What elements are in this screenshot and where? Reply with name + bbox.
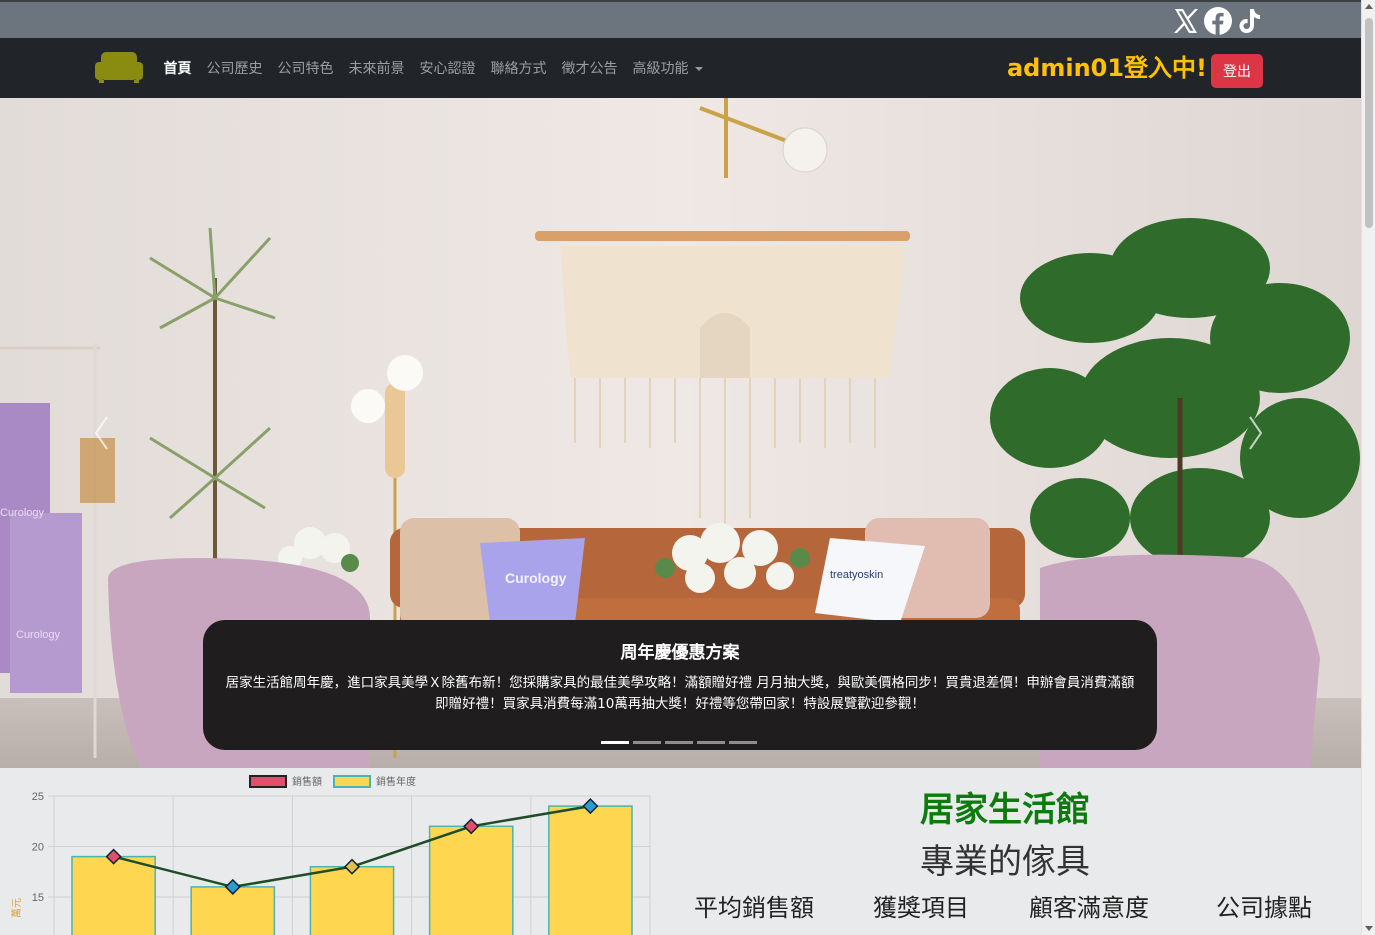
hero-carousel: Curology Curology Curology treatyoskin 周… bbox=[0, 98, 1361, 768]
carousel-indicator-4[interactable] bbox=[697, 741, 725, 744]
carousel-indicator-1[interactable] bbox=[601, 741, 629, 744]
caption-text: 居家生活館周年慶，進口家具美學Ｘ除舊布新！您採購家具的最佳美學攻略！滿額贈好禮 … bbox=[225, 675, 1135, 712]
towel-text-top: Curology bbox=[0, 507, 45, 519]
carousel-indicator-2[interactable] bbox=[633, 741, 661, 744]
towel-text-bottom: Curology bbox=[16, 629, 61, 641]
scroll-up-icon[interactable] bbox=[1365, 4, 1373, 9]
lower-section: 15 20 25 銷售額 銷售年度萬元 居家生活館 專業的傢具 平均銷售額 獲獎項目 顧… bbox=[0, 768, 1361, 935]
scroll-thumb[interactable] bbox=[1365, 18, 1373, 228]
nav-item-contact[interactable]: 聯絡方式 bbox=[483, 58, 554, 78]
y-tick-label: 15 bbox=[32, 892, 44, 904]
legend-label-year: 銷售年度 bbox=[376, 775, 416, 788]
nav-item-certification[interactable]: 安心認證 bbox=[412, 58, 483, 78]
legend-label-sales: 銷售額 bbox=[292, 775, 322, 788]
sales-chart-svg: 15 20 25 銷售額 銷售年度萬元 bbox=[10, 775, 651, 935]
carousel-indicator-3[interactable] bbox=[665, 741, 693, 744]
scroll-down-icon[interactable] bbox=[1365, 926, 1373, 931]
main-nav: 首頁 公司歷史 公司特色 未來前景 安心認證 聯絡方式 徵才公告 高級功能 bbox=[156, 38, 710, 98]
chart-bar bbox=[548, 805, 633, 935]
nav-item-advanced-label: 高級功能 bbox=[632, 61, 689, 77]
nav-item-features[interactable]: 公司特色 bbox=[270, 58, 341, 78]
sofa-logo-icon[interactable] bbox=[95, 50, 143, 84]
legend-swatch-year bbox=[333, 775, 371, 788]
carousel-caption: 周年慶優惠方案 居家生活館周年慶，進口家具美學Ｘ除舊布新！您採購家具的最佳美學攻… bbox=[203, 620, 1157, 750]
social-bar bbox=[0, 0, 1361, 38]
nav-item-home[interactable]: 首頁 bbox=[156, 58, 199, 78]
stat-avg-sales: 平均銷售額 bbox=[694, 894, 814, 922]
tiktok-icon[interactable] bbox=[1235, 6, 1265, 36]
chart-bar bbox=[71, 855, 156, 935]
social-links bbox=[1171, 6, 1265, 36]
carousel-indicators bbox=[601, 741, 757, 744]
pillow-left-text: Curology bbox=[505, 570, 567, 586]
navbar: 首頁 公司歷史 公司特色 未來前景 安心認證 聯絡方式 徵才公告 高級功能 ad… bbox=[0, 38, 1361, 98]
login-status: admin01登入中! bbox=[1006, 54, 1207, 82]
nav-item-history[interactable]: 公司歷史 bbox=[199, 58, 270, 78]
page-scrollbar[interactable] bbox=[1361, 0, 1375, 935]
chart-bar bbox=[309, 865, 395, 935]
x-icon[interactable] bbox=[1171, 6, 1201, 36]
logout-button[interactable]: 登出 bbox=[1211, 54, 1263, 88]
carousel-indicator-5[interactable] bbox=[729, 741, 757, 744]
caption-title: 周年慶優惠方案 bbox=[620, 643, 740, 663]
legend-swatch-sales bbox=[249, 775, 287, 788]
stat-awards: 獲獎項目 bbox=[873, 894, 969, 922]
stat-satisfaction: 顧客滿意度 bbox=[1029, 894, 1149, 922]
nav-item-advanced-dropdown[interactable]: 高級功能 bbox=[625, 58, 710, 78]
y-tick-label: 25 bbox=[32, 791, 44, 803]
y-tick-label: 20 bbox=[32, 842, 44, 854]
chevron-down-icon bbox=[694, 67, 703, 71]
nav-item-jobs[interactable]: 徵才公告 bbox=[554, 58, 625, 78]
pillow-right-text: treatyoskin bbox=[830, 569, 883, 581]
company-info: 居家生活館 專業的傢具 平均銷售額 獲獎項目 顧客滿意度 公司據點 bbox=[660, 768, 1361, 935]
nav-item-future[interactable]: 未來前景 bbox=[341, 58, 412, 78]
page: 首頁 公司歷史 公司特色 未來前景 安心認證 聯絡方式 徵才公告 高級功能 ad… bbox=[0, 0, 1375, 935]
chart-bar bbox=[428, 825, 514, 935]
sales-chart: 15 20 25 銷售額 銷售年度萬元 bbox=[0, 768, 660, 935]
y-axis-side-label: 萬元 bbox=[10, 898, 23, 918]
company-title: 居家生活館 bbox=[920, 790, 1090, 830]
carousel-prev-button[interactable] bbox=[92, 413, 112, 453]
carousel-next-button[interactable] bbox=[1245, 413, 1265, 453]
stat-locations: 公司據點 bbox=[1216, 894, 1312, 922]
facebook-icon[interactable] bbox=[1203, 6, 1233, 36]
company-subtitle: 專業的傢具 bbox=[920, 842, 1090, 882]
stats-row: 平均銷售額 獲獎項目 顧客滿意度 公司據點 bbox=[660, 888, 1360, 923]
